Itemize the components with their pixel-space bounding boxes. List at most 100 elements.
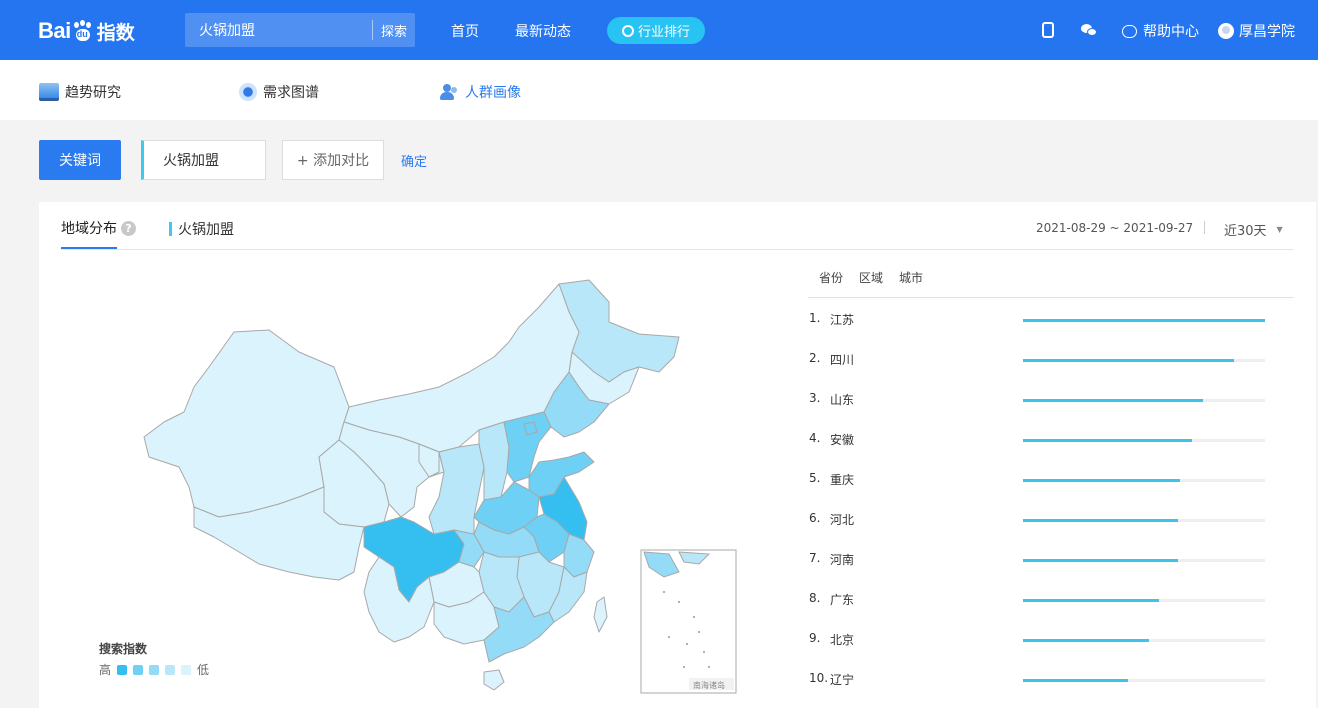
rank-bar-track — [1023, 639, 1265, 642]
search-button[interactable]: 探索 — [373, 21, 415, 40]
rank-bar-fill — [1023, 359, 1234, 362]
help-center-link[interactable]: 帮助中心 — [1122, 21, 1199, 41]
rank-bar-track — [1023, 519, 1265, 522]
add-compare-button[interactable]: + 添加对比 — [282, 140, 384, 180]
date-divider — [1204, 221, 1205, 234]
legend-title: 搜索指数 — [99, 642, 148, 656]
rank-province-name: 广东 — [830, 593, 855, 607]
rank-bar-track — [1023, 439, 1265, 442]
china-map[interactable] — [139, 272, 739, 702]
rank-bar-track — [1023, 479, 1265, 482]
rank-number: 10. — [809, 671, 829, 685]
keyword-color-bar — [169, 222, 172, 236]
rank-number: 6. — [809, 511, 821, 525]
rank-bar-track — [1023, 679, 1265, 682]
subnav-trend[interactable]: 趋势研究 — [39, 82, 121, 102]
search-input[interactable]: 火锅加盟 — [185, 20, 372, 40]
rank-row[interactable]: 9. 北京 — [809, 628, 1269, 648]
keyword-legend: 火锅加盟 — [169, 219, 234, 239]
region-beijing[interactable] — [523, 421, 538, 436]
academy-link[interactable]: 厚昌学院 — [1218, 21, 1295, 41]
rank-number: 8. — [809, 591, 821, 605]
logo-text: Bai — [38, 18, 71, 43]
rank-province-name: 四川 — [830, 353, 855, 367]
rank-number: 5. — [809, 471, 821, 485]
legend-swatch-5 — [181, 664, 192, 675]
academy-label: 厚昌学院 — [1239, 24, 1295, 40]
subnav-demand-label: 需求图谱 — [263, 85, 319, 101]
date-range: 2021-08-29 ~ 2021-09-27 — [1036, 221, 1194, 235]
rank-bar-track — [1023, 399, 1265, 402]
rank-bar-fill — [1023, 399, 1204, 402]
rank-bar-fill — [1023, 519, 1178, 522]
rank-row[interactable]: 2. 四川 — [809, 348, 1269, 368]
keyword-input[interactable]: 火锅加盟 — [141, 140, 266, 180]
rank-province-name: 重庆 — [830, 473, 855, 487]
nav-home[interactable]: 首页 — [451, 21, 479, 41]
nav-latest-news[interactable]: 最新动态 — [515, 21, 571, 41]
rank-bar-track — [1023, 319, 1265, 322]
tab-province[interactable]: 省份 — [819, 269, 843, 286]
legend-swatch-1 — [117, 664, 128, 675]
caret-down-icon: ▼ — [1276, 225, 1283, 234]
rank-row[interactable]: 8. 广东 — [809, 588, 1269, 608]
rank-row[interactable]: 6. 河北 — [809, 508, 1269, 528]
period-label: 近30天 — [1224, 224, 1267, 239]
rank-number: 3. — [809, 391, 821, 405]
tab-area[interactable]: 区域 — [859, 269, 883, 286]
wechat-icon[interactable] — [1081, 22, 1097, 38]
south-sea-label: 南海诸岛 — [693, 681, 725, 690]
rank-bar-fill — [1023, 639, 1149, 642]
legend-low: 低 — [197, 663, 210, 677]
trend-icon — [39, 83, 59, 101]
search-box: 火锅加盟 探索 — [185, 13, 415, 47]
rank-province-name: 北京 — [830, 633, 855, 647]
subnav-crowd-label: 人群画像 — [465, 85, 521, 101]
industry-rank-button[interactable]: 行业排行 — [607, 17, 705, 44]
region-zhejiang[interactable] — [563, 533, 595, 578]
rank-province-name: 江苏 — [830, 313, 855, 327]
subnav-crowd[interactable]: 人群画像 — [439, 82, 521, 102]
rank-row[interactable]: 4. 安徽 — [809, 428, 1269, 448]
baidu-index-logo[interactable]: Bai du 指数 — [38, 14, 135, 48]
top-bar: Bai du 指数 火锅加盟 探索 首页 最新动态 行业排行 帮助中心 厚昌学院 — [0, 0, 1318, 60]
legend-high: 高 — [99, 663, 112, 677]
region-shanxi[interactable] — [478, 421, 510, 501]
sub-nav: 趋势研究 需求图谱 人群画像 — [0, 60, 1318, 120]
rank-number: 2. — [809, 351, 821, 365]
legend-swatch-3 — [149, 664, 160, 675]
region-taiwan[interactable] — [593, 596, 608, 633]
help-center-label: 帮助中心 — [1143, 24, 1199, 40]
rank-number: 7. — [809, 551, 821, 565]
rank-province-name: 辽宁 — [830, 673, 855, 687]
rank-divider — [808, 297, 1294, 298]
help-question-icon[interactable]: ? — [121, 220, 136, 236]
period-select[interactable]: 近30天 ▼ — [1224, 220, 1283, 239]
card-divider — [61, 249, 1294, 250]
rank-bar-fill — [1023, 439, 1193, 442]
rank-bar-fill — [1023, 559, 1178, 562]
logo-du: du — [76, 29, 88, 39]
tab-region[interactable]: 地域分布 ? — [61, 218, 136, 238]
rank-row[interactable]: 1. 江苏 — [809, 308, 1269, 328]
mobile-icon[interactable] — [1042, 22, 1054, 38]
rank-province-name: 河南 — [830, 553, 855, 567]
legend-swatch-2 — [133, 664, 144, 675]
rank-row[interactable]: 10. 辽宁 — [809, 668, 1269, 688]
subnav-demand[interactable]: 需求图谱 — [239, 82, 319, 102]
rank-bar-track — [1023, 599, 1265, 602]
rank-row[interactable]: 3. 山东 — [809, 388, 1269, 408]
region-hainan[interactable] — [483, 669, 505, 691]
rank-row[interactable]: 7. 河南 — [809, 548, 1269, 568]
tab-city[interactable]: 城市 — [899, 269, 923, 286]
confirm-button[interactable]: 确定 — [401, 151, 427, 170]
paw-icon: du — [72, 20, 94, 42]
rank-row[interactable]: 5. 重庆 — [809, 468, 1269, 488]
rank-bar-fill — [1023, 679, 1129, 682]
south-sea-inset — [640, 549, 737, 694]
rank-icon — [621, 24, 634, 37]
region-card: 地域分布 ? 火锅加盟 2021-08-29 ~ 2021-09-27 近30天… — [39, 202, 1316, 708]
tab-region-label: 地域分布 — [61, 221, 117, 237]
keyword-label-button[interactable]: 关键词 — [39, 140, 121, 180]
chat-bubble-icon — [1122, 24, 1137, 38]
